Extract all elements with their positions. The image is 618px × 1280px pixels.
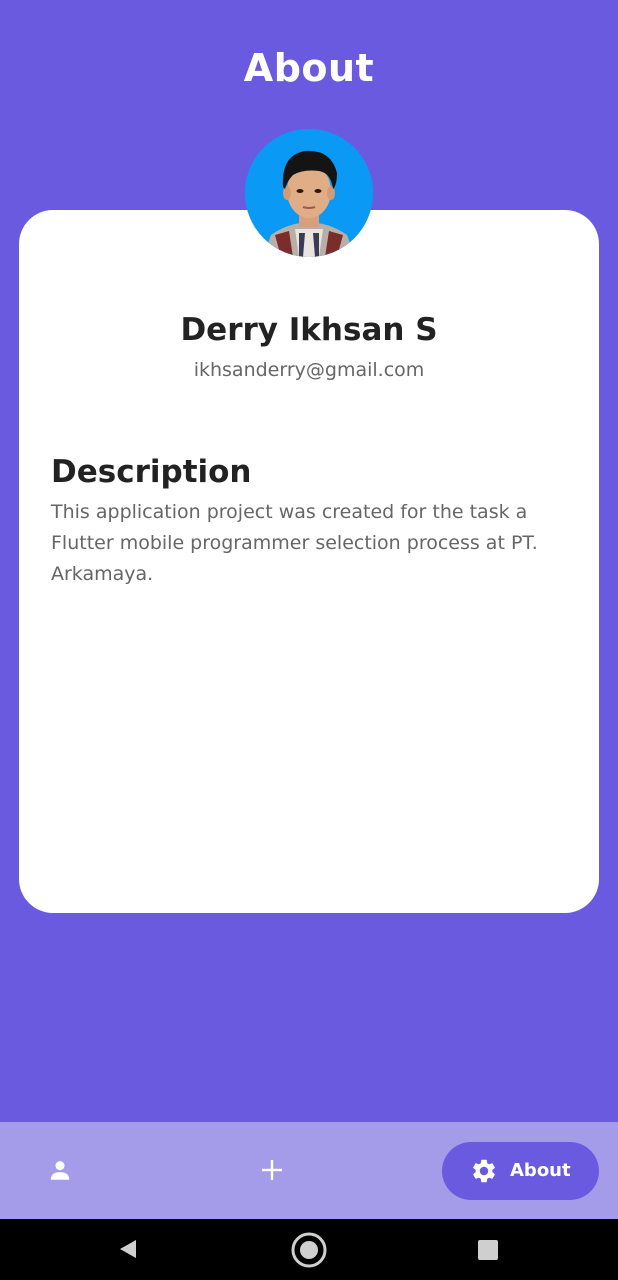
profile-photo <box>245 129 373 257</box>
profile-email: ikhsanderry@gmail.com <box>193 359 425 381</box>
nav-item-add[interactable] <box>252 1150 292 1190</box>
nav-item-about[interactable]: About <box>442 1142 599 1200</box>
nav-about-label: About <box>510 1160 571 1181</box>
nav-item-profile[interactable] <box>40 1150 80 1190</box>
description-text: This application project was created for… <box>51 501 538 585</box>
add-icon <box>262 1160 282 1180</box>
system-navigation-bar <box>0 1219 618 1280</box>
bottom-navigation: About <box>0 1122 618 1219</box>
back-icon[interactable] <box>116 1237 140 1261</box>
home-icon[interactable] <box>290 1231 328 1269</box>
page-title: About <box>243 46 375 90</box>
avatar <box>245 129 373 257</box>
profile-name: Derry Ikhsan S <box>180 312 438 348</box>
person-icon <box>50 1161 70 1180</box>
recents-icon[interactable] <box>478 1240 498 1260</box>
gear-icon <box>473 1159 495 1183</box>
description-heading: Description <box>51 454 252 490</box>
